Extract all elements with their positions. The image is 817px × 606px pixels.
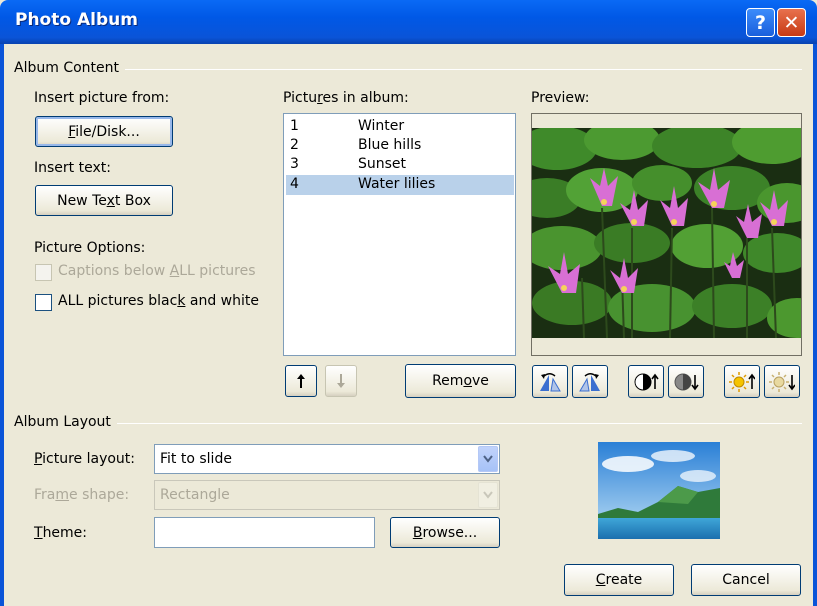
album-layout-group-label: Album Layout — [14, 414, 117, 430]
insert-picture-label: Insert picture from: — [34, 90, 170, 106]
brightness-down-icon — [769, 371, 795, 392]
list-item-number: 3 — [290, 156, 299, 172]
remove-button[interactable]: Remove — [405, 364, 516, 398]
frame-shape-label: Frame shape: — [34, 487, 130, 503]
preview-label: Preview: — [531, 90, 590, 106]
rotate-left-icon — [540, 372, 561, 391]
new-text-box-button[interactable]: New Text Box — [35, 185, 173, 216]
pictures-in-album-label: Pictures in album: — [283, 90, 409, 106]
more-contrast-button[interactable] — [628, 365, 664, 398]
album-content-group-label: Album Content — [14, 60, 125, 76]
create-button-label: Create — [595, 572, 643, 588]
create-button[interactable]: Create — [564, 564, 674, 596]
cancel-button[interactable]: Cancel — [691, 564, 801, 596]
browse-button-label: Browse... — [412, 524, 478, 541]
arrow-down-icon — [337, 374, 345, 388]
theme-input[interactable] — [154, 517, 375, 548]
more-brightness-button[interactable] — [724, 365, 760, 398]
theme-label: Theme: — [34, 525, 88, 541]
rotate-right-icon — [579, 372, 600, 391]
list-item-number: 1 — [290, 118, 299, 134]
help-button[interactable]: ? — [746, 8, 775, 37]
contrast-up-icon — [634, 373, 659, 390]
frame-shape-dropdown[interactable]: Rectangle — [154, 480, 500, 510]
black-and-white-label: ALL pictures black and white — [58, 293, 259, 309]
new-text-box-button-label: New Text Box — [57, 192, 151, 209]
file-disk-button-label: File/Disk... — [68, 123, 140, 140]
window-border-left — [0, 44, 4, 606]
list-item[interactable]: 3 Sunset — [286, 155, 514, 175]
window-border-right — [813, 44, 817, 606]
captions-below-checkbox[interactable] — [35, 264, 52, 281]
less-contrast-button[interactable] — [668, 365, 704, 398]
contrast-down-icon — [674, 373, 699, 390]
photo-album-dialog: Photo Album ? ✕ Album Content Insert pic… — [0, 0, 817, 606]
list-item-name: Sunset — [358, 156, 407, 172]
black-and-white-checkbox[interactable] — [35, 294, 52, 311]
rotate-right-button[interactable] — [572, 365, 608, 398]
preview-image-water-lilies — [532, 128, 801, 338]
layout-preview-thumbnail — [598, 442, 720, 539]
album-content-divider — [14, 69, 802, 70]
close-button[interactable]: ✕ — [777, 8, 806, 37]
file-disk-button[interactable]: File/Disk... — [35, 116, 173, 147]
captions-below-label: Captions below ALL pictures — [58, 263, 256, 279]
list-item-number: 4 — [290, 176, 299, 192]
browse-button[interactable]: Browse... — [390, 517, 500, 548]
pictures-listbox[interactable]: 1 Winter 2 Blue hills 3 Sunset 4 Water l… — [283, 113, 516, 356]
list-item[interactable]: 1 Winter — [286, 117, 514, 137]
list-item-selected[interactable]: 4 Water lilies — [286, 175, 514, 195]
picture-options-label: Picture Options: — [34, 240, 146, 256]
move-up-button[interactable] — [285, 365, 317, 397]
picture-layout-label: Picture layout: — [34, 451, 135, 467]
picture-layout-value: Fit to slide — [160, 451, 232, 467]
picture-layout-dropdown-button[interactable] — [478, 446, 498, 472]
list-item-number: 2 — [290, 137, 299, 153]
list-item[interactable]: 2 Blue hills — [286, 136, 514, 156]
frame-shape-dropdown-button[interactable] — [478, 482, 498, 508]
chevron-down-icon — [483, 491, 493, 499]
frame-shape-value: Rectangle — [160, 487, 230, 503]
album-layout-divider — [14, 423, 802, 424]
chevron-down-icon — [483, 455, 493, 463]
window-title: Photo Album — [15, 10, 138, 30]
picture-layout-dropdown[interactable]: Fit to slide — [154, 444, 500, 474]
arrow-up-icon — [297, 374, 305, 388]
list-item-name: Blue hills — [358, 137, 422, 153]
remove-button-label: Remove — [432, 373, 489, 389]
less-brightness-button[interactable] — [764, 365, 800, 398]
list-item-name: Winter — [358, 118, 405, 134]
list-item-name: Water lilies — [358, 176, 436, 192]
insert-text-label: Insert text: — [34, 160, 111, 176]
rotate-left-button[interactable] — [532, 365, 568, 398]
move-down-button[interactable] — [325, 365, 357, 397]
title-bar[interactable]: Photo Album ? ✕ — [0, 0, 817, 44]
brightness-up-icon — [729, 371, 755, 392]
